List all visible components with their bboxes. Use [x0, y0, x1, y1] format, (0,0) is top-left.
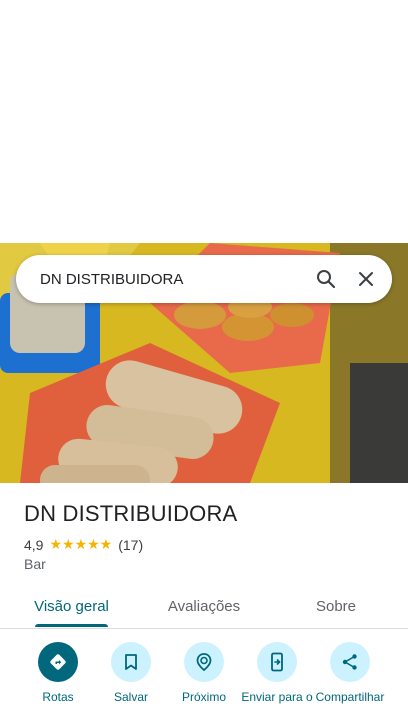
star-rating-icon: ★★★★★ — [49, 536, 113, 552]
close-icon[interactable] — [346, 259, 386, 299]
nearby-button[interactable]: Próximo — [166, 640, 242, 704]
share-icon — [330, 642, 370, 682]
search-icon[interactable] — [306, 259, 346, 299]
tab-about[interactable]: Sobre — [296, 586, 376, 626]
send-to-phone-button[interactable]: Enviar para o — [239, 640, 315, 704]
search-input[interactable]: DN DISTRIBUIDORA — [40, 271, 306, 288]
bookmark-icon — [111, 642, 151, 682]
share-label: Compartilhar — [315, 690, 385, 704]
review-count: (17) — [118, 536, 144, 553]
directions-label: Rotas — [42, 690, 74, 704]
tab-reviews[interactable]: Avaliações — [150, 586, 258, 626]
tab-bar: Visão geral Avaliações Sobre — [0, 586, 408, 629]
directions-button[interactable]: Rotas — [20, 640, 96, 704]
active-tab-indicator — [35, 624, 108, 627]
nearby-label: Próximo — [181, 690, 226, 704]
tab-overview[interactable]: Visão geral — [20, 586, 123, 626]
nearby-icon — [184, 642, 224, 682]
place-title: DN DISTRIBUIDORA — [24, 501, 238, 526]
directions-icon — [38, 642, 78, 682]
place-category: Bar — [24, 556, 46, 572]
send-to-phone-icon — [257, 642, 297, 682]
save-label: Salvar — [113, 690, 148, 704]
save-button[interactable]: Salvar — [93, 640, 169, 704]
rating-value: 4,9 — [24, 536, 44, 553]
share-button[interactable]: Compartilhar — [312, 640, 388, 704]
rating-row[interactable]: 4,9 ★★★★★ (17) — [24, 536, 143, 553]
send-to-phone-label: Enviar para o — [241, 690, 313, 704]
action-row: Rotas Salvar Próximo Enviar para o Compa… — [0, 640, 408, 726]
search-bar[interactable]: DN DISTRIBUIDORA — [16, 255, 392, 303]
